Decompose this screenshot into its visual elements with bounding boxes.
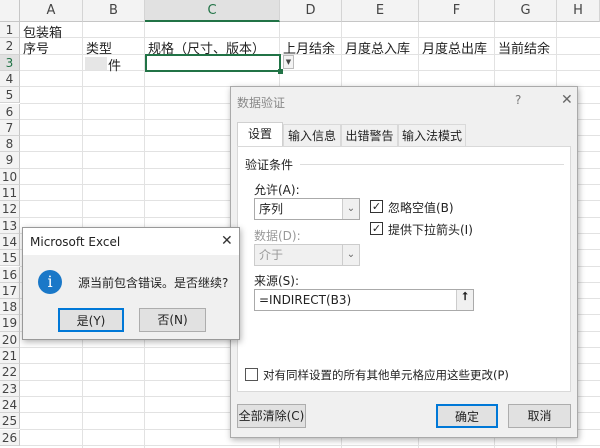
blurred-region xyxy=(85,57,107,70)
msgbox-title: Microsoft Excel xyxy=(30,235,121,249)
row-header-16[interactable]: 16 xyxy=(0,266,20,283)
info-icon: i xyxy=(38,270,62,294)
fill-handle[interactable] xyxy=(278,69,283,74)
row-header-21[interactable]: 21 xyxy=(0,348,20,365)
tab-settings[interactable]: 设置 xyxy=(237,122,283,147)
row-header-19[interactable]: 19 xyxy=(0,315,20,332)
column-header-f[interactable]: F xyxy=(419,0,495,22)
allow-label: 允许(A): xyxy=(254,183,300,197)
row-header-8[interactable]: 8 xyxy=(0,136,20,153)
ignore-blank-checkbox[interactable]: ✓ xyxy=(370,200,383,213)
chevron-down-icon: ⌄ xyxy=(342,199,359,219)
section-title: 验证条件 xyxy=(245,158,294,172)
column-header-b[interactable]: B xyxy=(83,0,145,22)
tab-error-alert[interactable]: 出错警告 xyxy=(341,124,398,147)
header-monthly-out[interactable]: 月度总出库 xyxy=(419,38,487,57)
active-cell-c3[interactable] xyxy=(145,54,281,72)
ignore-blank-label: 忽略空值(B) xyxy=(388,201,454,215)
row-header-14[interactable]: 14 xyxy=(0,233,20,251)
cancel-button[interactable]: 取消 xyxy=(508,404,571,428)
allow-value: 序列 xyxy=(259,202,284,216)
apply-all-label: 对有同样设置的所有其他单元格应用这些更改(P) xyxy=(263,368,509,382)
row-header-4[interactable]: 4 xyxy=(0,70,20,88)
row-header-12[interactable]: 12 xyxy=(0,201,20,218)
chevron-down-icon: ⌄ xyxy=(342,245,359,265)
column-header-d[interactable]: D xyxy=(280,0,342,22)
row-header-11[interactable]: 11 xyxy=(0,185,20,202)
select-all-corner[interactable] xyxy=(0,0,20,22)
header-current[interactable]: 当前结余 xyxy=(495,38,550,57)
row-header-23[interactable]: 23 xyxy=(0,380,20,397)
data-value: 介于 xyxy=(259,248,284,262)
row-header-26[interactable]: 26 xyxy=(0,429,20,446)
row-header-10[interactable]: 10 xyxy=(0,168,20,185)
source-input[interactable]: =INDIRECT(B3) xyxy=(254,289,474,311)
row-header-2[interactable]: 2 xyxy=(0,38,20,55)
close-button[interactable]: ✕ xyxy=(561,92,573,108)
data-validation-dialog: 数据验证 ? ✕ 设置 输入信息 出错警告 输入法模式 验证条件 允许(A): … xyxy=(230,86,578,438)
data-select: 介于 ⌄ xyxy=(254,244,360,266)
cell-dropdown-arrow[interactable]: ▼ xyxy=(283,55,294,69)
header-monthly-in[interactable]: 月度总入库 xyxy=(342,38,410,57)
allow-select[interactable]: 序列 ⌄ xyxy=(254,198,360,220)
row-header-5[interactable]: 5 xyxy=(0,87,20,104)
clear-all-button[interactable]: 全部清除(C) xyxy=(237,404,306,428)
row-header-9[interactable]: 9 xyxy=(0,152,20,169)
row-header-22[interactable]: 22 xyxy=(0,364,20,381)
dialog-title: 数据验证 xyxy=(237,96,286,110)
row-header-18[interactable]: 18 xyxy=(0,299,20,316)
tab-input-message[interactable]: 输入信息 xyxy=(283,124,341,147)
column-header-g[interactable]: G xyxy=(495,0,557,22)
column-header-c[interactable]: C xyxy=(145,0,280,22)
data-label: 数据(D): xyxy=(254,229,301,243)
dropdown-label: 提供下拉箭头(I) xyxy=(388,223,473,237)
column-header-h[interactable]: H xyxy=(557,0,600,22)
ok-button[interactable]: 确定 xyxy=(436,404,498,428)
header-seq[interactable]: 序号 xyxy=(20,38,49,57)
msgbox: Microsoft Excel ✕ i 源当前包含错误。是否继续? 是(Y) 否… xyxy=(22,227,240,340)
collapse-dialog-icon[interactable]: ⭡ xyxy=(456,290,473,310)
row-header-7[interactable]: 7 xyxy=(0,119,20,137)
cell-b3[interactable]: 件 xyxy=(105,55,121,74)
source-value: =INDIRECT(B3) xyxy=(259,293,352,307)
tab-ime-mode[interactable]: 输入法模式 xyxy=(398,124,466,147)
msgbox-message: 源当前包含错误。是否继续? xyxy=(78,276,229,290)
row-header-20[interactable]: 20 xyxy=(0,331,20,348)
column-header-e[interactable]: E xyxy=(342,0,419,22)
help-button[interactable]: ? xyxy=(515,93,521,107)
row-header-24[interactable]: 24 xyxy=(0,396,20,414)
row-header-25[interactable]: 25 xyxy=(0,413,20,430)
apply-all-checkbox[interactable] xyxy=(245,368,258,381)
column-header-a[interactable]: A xyxy=(20,0,83,22)
msgbox-close-button[interactable]: ✕ xyxy=(221,233,233,249)
row-header-6[interactable]: 6 xyxy=(0,103,20,120)
row-header-17[interactable]: 17 xyxy=(0,282,20,300)
row-header-1[interactable]: 1 xyxy=(0,22,20,39)
row-header-13[interactable]: 13 xyxy=(0,217,20,234)
gridline xyxy=(20,444,600,446)
section-divider xyxy=(300,164,564,165)
row-header-3[interactable]: 3 xyxy=(0,54,20,71)
dropdown-checkbox[interactable]: ✓ xyxy=(370,222,383,235)
yes-button[interactable]: 是(Y) xyxy=(58,308,124,332)
settings-panel: 验证条件 允许(A): 序列 ⌄ 数据(D): 介于 ⌄ ✓ 忽略空值(B) ✓ 提… xyxy=(237,146,571,392)
source-label: 来源(S): xyxy=(254,274,300,288)
no-button[interactable]: 否(N) xyxy=(139,308,206,332)
row-header-15[interactable]: 15 xyxy=(0,250,20,267)
